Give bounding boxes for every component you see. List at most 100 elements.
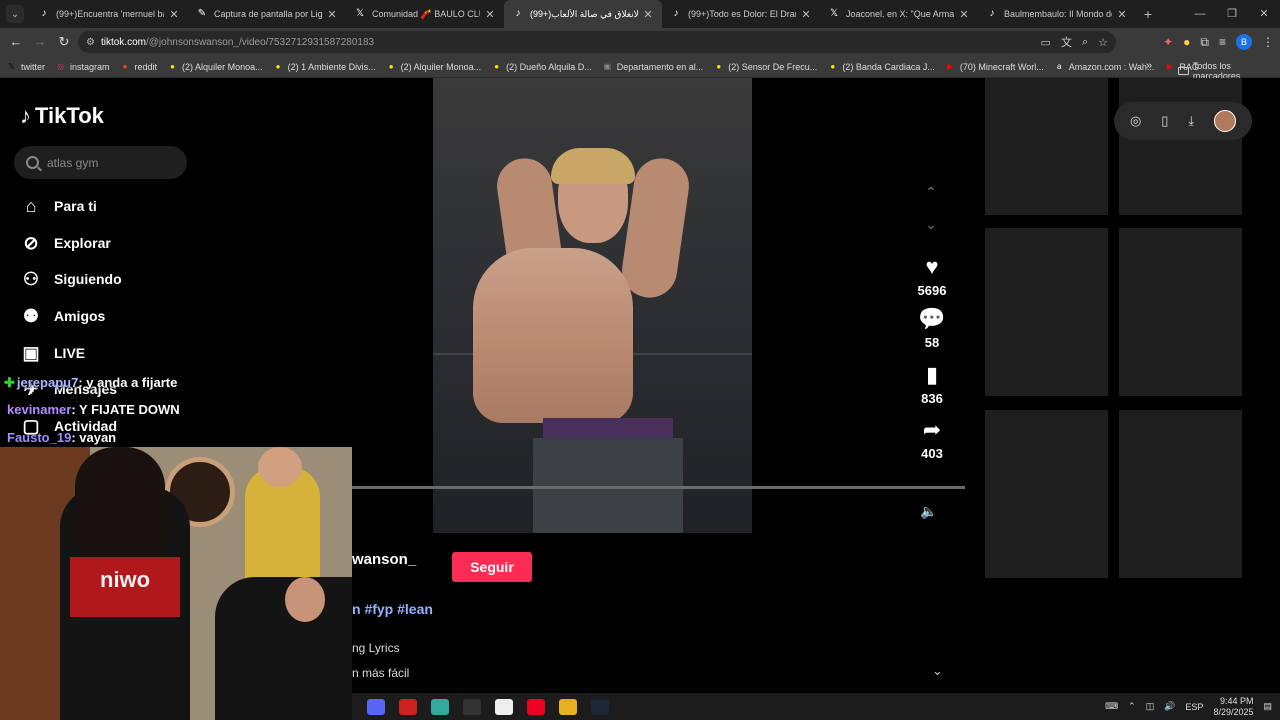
new-tab-button[interactable]: +	[1136, 6, 1160, 22]
nav-label: Siguiendo	[54, 271, 122, 287]
chevron-down-icon[interactable]: ⌄	[922, 216, 940, 234]
like-button[interactable]: ♥ 5696	[912, 254, 952, 298]
language-indicator[interactable]: ESP	[1185, 702, 1203, 712]
minimize-button[interactable]: —	[1184, 0, 1216, 28]
bookmark-item[interactable]: ▣ Departamento en al...	[602, 61, 703, 72]
user-avatar[interactable]	[1214, 110, 1237, 132]
bookmark-item[interactable]: ● (2) 1 Ambiente Divis...	[273, 61, 376, 72]
puzzle-icon[interactable]: ⧉	[1200, 35, 1209, 50]
chat-message: kevinamer: Y FIJATE DOWN	[7, 402, 180, 417]
music-title[interactable]: ng Lyrics	[352, 641, 400, 655]
discord-taskbar-button[interactable]	[360, 693, 392, 720]
video-frame[interactable]	[433, 78, 752, 533]
related-thumbnail[interactable]	[1119, 410, 1242, 578]
nav-item-live[interactable]: ▣ LIVE	[20, 342, 85, 364]
author-username[interactable]: wanson_	[352, 551, 416, 568]
follow-button[interactable]: Seguir	[452, 552, 532, 582]
forward-button[interactable]: →	[28, 30, 52, 54]
bookmark-item[interactable]: a Amazon.com : Wah...	[1054, 61, 1154, 72]
search-input[interactable]	[47, 155, 167, 170]
steam-taskbar-button[interactable]	[584, 693, 616, 720]
coins-icon[interactable]: ◎	[1130, 113, 1141, 129]
close-tab-icon[interactable]: ✕	[642, 8, 654, 21]
tab-search-button[interactable]: ⌄	[6, 5, 24, 23]
nav-item-friends[interactable]: ⚉ Amigos	[20, 305, 105, 327]
video-editor-taskbar-button[interactable]	[392, 693, 424, 720]
bookmark-item[interactable]: ◎ instagram	[55, 61, 110, 72]
bookmark-item[interactable]: ● reddit	[120, 61, 157, 72]
bookmark-item[interactable]: ▶ (70) Minecraft Worl...	[945, 61, 1043, 72]
extension-icon[interactable]: ✦	[1163, 35, 1173, 49]
zoom-icon[interactable]: ⌕	[1082, 36, 1088, 49]
back-button[interactable]: ←	[4, 30, 28, 54]
more-bookmarks-icon[interactable]: »	[1146, 60, 1152, 72]
chrome-taskbar-button[interactable]	[424, 693, 456, 720]
menu-icon[interactable]: ⋮	[1262, 35, 1274, 49]
address-bar[interactable]: ⚙ tiktok.com /@johnsonswanson_/video/753…	[78, 31, 1116, 53]
chat-text: : Y FIJATE DOWN	[71, 402, 180, 417]
clock[interactable]: 9:44 PM 8/29/2025	[1213, 696, 1253, 718]
close-tab-icon[interactable]: ✕	[1116, 8, 1128, 21]
bookmark-item[interactable]: ● (2) Sensor De Frecu...	[713, 61, 817, 72]
bookmark-item[interactable]: ● (2) Alquiler Monoa...	[167, 61, 262, 72]
related-thumbnail[interactable]	[1119, 228, 1242, 396]
cast-icon[interactable]: ▭	[1041, 36, 1051, 49]
close-tab-icon[interactable]: ✕	[168, 8, 180, 21]
app-white-taskbar-button[interactable]	[488, 693, 520, 720]
bookmark-item[interactable]: ● (2) Alquiler Monoa...	[386, 61, 481, 72]
related-thumbnail[interactable]	[985, 410, 1108, 578]
nav-item-compass[interactable]: ⊘ Explorar	[20, 232, 110, 254]
browser-tab[interactable]: ♪ (99+)Todo es Dolor: El Drama en ✕	[662, 0, 820, 28]
opera-taskbar-button[interactable]	[520, 693, 552, 720]
video-progress-bar[interactable]	[352, 486, 965, 489]
related-thumbnail[interactable]	[1119, 78, 1242, 215]
nav-item-home[interactable]: ⌂ Para ti	[20, 195, 97, 217]
close-tab-icon[interactable]: ✕	[958, 8, 970, 21]
download-icon[interactable]: ⤓	[1188, 113, 1194, 129]
browser-tab[interactable]: ♪ (99+)وقت الانغلاق في صالة الألعاب ✕	[504, 0, 662, 28]
close-window-button[interactable]: ✕	[1248, 0, 1280, 28]
browser-tab[interactable]: ♪ (99+)Encuentra 'mernuel bautista' ✕	[30, 0, 188, 28]
speaker-icon[interactable]: 🔊	[1164, 701, 1175, 712]
window-controls: — ❐ ✕	[1184, 0, 1280, 28]
device-icon[interactable]: ▯	[1161, 113, 1168, 129]
comment-button[interactable]: 💬 58	[912, 306, 952, 350]
media-icon[interactable]: ≡	[1219, 35, 1226, 49]
close-tab-icon[interactable]: ✕	[484, 8, 496, 21]
related-thumbnail[interactable]	[985, 78, 1108, 215]
browser-tab[interactable]: 𝕏 Joaconel. en X: "Que Armani ar ✕	[820, 0, 978, 28]
bookmark-star-icon[interactable]: ☆	[1098, 36, 1108, 49]
reload-button[interactable]: ↻	[52, 30, 76, 54]
bookmark-item[interactable]: ● (2) Banda Cardiaca J...	[827, 61, 934, 72]
notification-icon[interactable]: ▤	[1263, 701, 1272, 712]
site-info-icon[interactable]: ⚙	[86, 37, 95, 48]
bookmark-item[interactable]: 𝕏twitter	[6, 61, 45, 72]
volume-icon[interactable]: 🔈	[920, 503, 942, 521]
share-button[interactable]: ➦ 403	[912, 417, 952, 461]
maximize-button[interactable]: ❐	[1216, 0, 1248, 28]
keyboard-icon[interactable]: ⌨	[1105, 701, 1118, 712]
video-hashtags[interactable]: n #fyp #lean	[352, 601, 433, 617]
close-tab-icon[interactable]: ✕	[800, 8, 812, 21]
tray-chevron-icon[interactable]: ⌃	[1128, 701, 1136, 712]
close-tab-icon[interactable]: ✕	[326, 8, 338, 21]
expand-chevron-icon[interactable]: ⌄	[932, 663, 943, 679]
obs-taskbar-button[interactable]	[456, 693, 488, 720]
save-button[interactable]: ▮ 836	[912, 362, 952, 406]
reddit-icon: ●	[122, 62, 128, 71]
profile-avatar[interactable]: B	[1236, 34, 1252, 50]
search-box[interactable]	[14, 146, 187, 179]
extension-icon[interactable]: ●	[1183, 35, 1190, 49]
nav-item-following[interactable]: ⚇ Siguiendo	[20, 268, 122, 290]
tiktok-logo[interactable]: ♪ TikTok	[20, 103, 104, 129]
folder-taskbar-button[interactable]	[552, 693, 584, 720]
bookmark-item[interactable]: ● (2) Dueño Alquila D...	[491, 61, 591, 72]
chevron-up-icon[interactable]: ⌃	[922, 184, 940, 202]
chat-username: jerepapu7	[16, 375, 79, 390]
browser-tab[interactable]: ✎ Captura de pantalla por Lightshot ✕	[188, 0, 346, 28]
network-icon[interactable]: ◫	[1146, 701, 1155, 712]
translate-icon[interactable]: 文	[1061, 34, 1072, 50]
browser-tab[interactable]: ♪ Baulmembaulo: Il Mondo dei B ✕	[978, 0, 1136, 28]
browser-tab[interactable]: 𝕏 Comunidad 🧨 BAULO CLUB🧨 ✕	[346, 0, 504, 28]
related-thumbnail[interactable]	[985, 228, 1108, 396]
